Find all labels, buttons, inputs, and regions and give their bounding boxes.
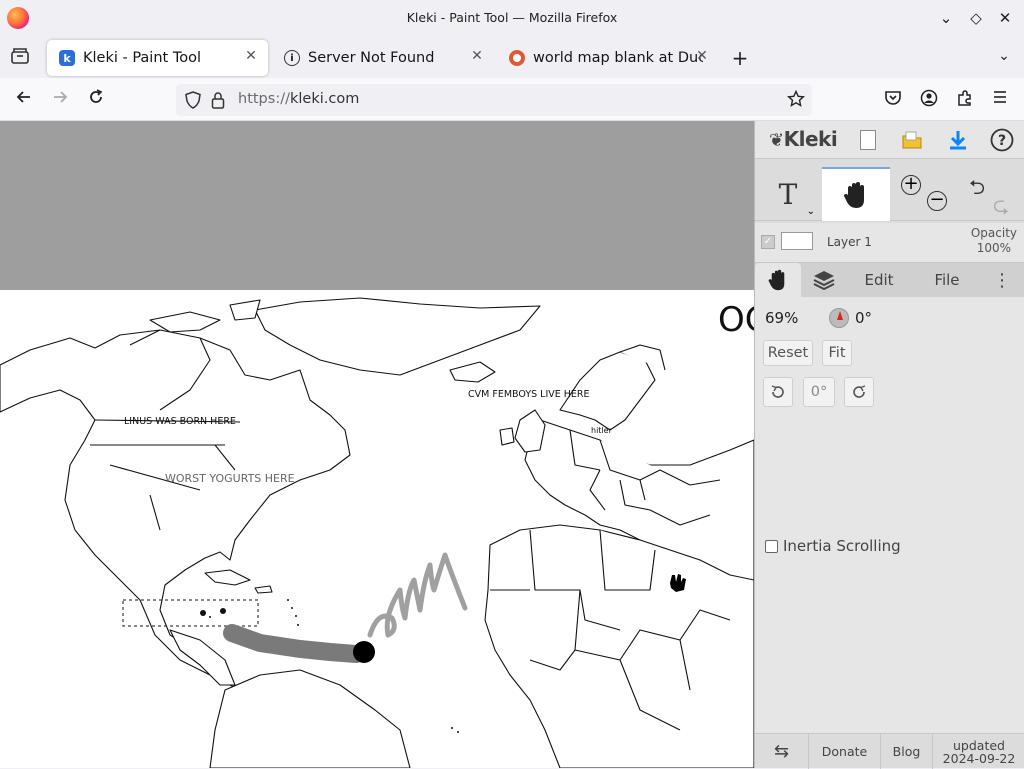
layer-row[interactable]: ✓ Layer 1 Opacity 100% <box>755 223 1024 263</box>
tab-kleki[interactable]: k Kleki - Paint Tool ✕ <box>47 40 268 76</box>
compass-icon <box>829 308 849 328</box>
bookmark-star-icon[interactable] <box>786 89 806 112</box>
reload-icon[interactable] <box>86 88 106 110</box>
kleki-logo-icon: ❦ <box>769 130 784 151</box>
tab-bar: k Kleki - Paint Tool ✕ i Server Not Foun… <box>0 36 1024 78</box>
undo-redo-controls: ⮌ ⮎ <box>959 167 1023 221</box>
tab-edit[interactable]: Edit <box>851 263 907 297</box>
inertia-checkbox[interactable] <box>765 540 778 553</box>
kleki-header: ❦Kleki ? <box>755 121 1024 159</box>
help-icon[interactable]: ? <box>987 125 1017 155</box>
hand-tool[interactable] <box>822 167 890 221</box>
shield-icon[interactable] <box>184 91 202 113</box>
svg-text:?: ? <box>998 133 1006 149</box>
panel-tabs: Edit File ⋮ <box>755 263 1024 297</box>
close-window-icon[interactable]: ✕ <box>995 8 1015 28</box>
text-tool[interactable]: T ⌄ <box>755 167 821 221</box>
drawing-canvas-area[interactable]: LINUS WAS BORN HERE WORST YOGURTS HERE C… <box>0 121 754 768</box>
layer-thumbnail <box>781 232 813 250</box>
map-label-cvm: CVM FEMBOYS LIVE HERE <box>468 389 590 400</box>
layers-icon <box>813 271 835 291</box>
fit-button[interactable]: Fit <box>822 340 852 366</box>
account-icon[interactable] <box>919 89 939 111</box>
rotate-left-icon[interactable] <box>763 377 793 407</box>
zoom-out-icon[interactable]: − <box>927 191 947 211</box>
swap-side-icon[interactable]: ⇆ <box>755 734 809 769</box>
kleki-panel: ❦Kleki ? T ⌄ + − ⮌ ⮎ ✓ Layer 1 Opacity 1… <box>754 121 1024 769</box>
extensions-icon[interactable] <box>955 89 975 111</box>
layer-opacity-label: Opacity <box>970 226 1017 240</box>
undo-icon[interactable]: ⮌ <box>969 173 985 207</box>
more-menu-icon[interactable]: ⋮ <box>987 263 1017 297</box>
kleki-footer: ⇆ Donate Blog updated 2024-09-22 <box>755 733 1024 769</box>
updated-label: updated <box>953 737 1005 753</box>
url-bar[interactable]: https://kleki.com <box>176 84 812 116</box>
tab-layers[interactable] <box>801 263 847 297</box>
rotation-reset-button[interactable]: 0° <box>803 377 835 407</box>
window-titlebar: Kleki - Paint Tool — Mozilla Firefox ⌄ ◇… <box>0 0 1024 36</box>
reset-button[interactable]: Reset <box>763 340 813 366</box>
close-tab-icon[interactable]: ✕ <box>242 48 260 64</box>
info-icon: i <box>284 50 300 66</box>
zoom-level: 69% <box>765 309 799 327</box>
rotation-angle: 0° <box>855 309 873 327</box>
tab-label: world map blank at Duck <box>533 50 703 66</box>
tab-hand[interactable] <box>755 263 801 297</box>
map-label-hitler: hitler <box>591 426 612 435</box>
new-tab-icon[interactable]: + <box>730 46 750 70</box>
world-map-drawing <box>0 297 754 768</box>
tool-row: T ⌄ + − ⮌ ⮎ <box>755 167 1024 221</box>
list-all-tabs-icon[interactable]: ⌄ <box>994 48 1014 64</box>
pocket-icon[interactable] <box>883 89 903 111</box>
close-tab-icon[interactable]: ✕ <box>693 48 711 64</box>
hand-icon <box>768 269 785 291</box>
download-icon[interactable] <box>943 125 973 155</box>
kleki-logo: ❦Kleki <box>769 127 838 151</box>
tab-file[interactable]: File <box>919 263 975 297</box>
window-title: Kleki - Paint Tool — Mozilla Firefox <box>406 10 618 25</box>
page-content: LINUS WAS BORN HERE WORST YOGURTS HERE C… <box>0 121 1024 769</box>
hand-tool-settings: 69% 0° Reset Fit 0° Inertia Scrolling <box>755 297 1024 733</box>
map-label-big: OC <box>718 300 754 340</box>
map-label-linus: LINUS WAS BORN HERE <box>124 416 236 427</box>
tab-overview-icon[interactable] <box>10 48 30 68</box>
blog-link[interactable]: Blog <box>881 734 933 769</box>
open-folder-icon[interactable] <box>897 125 927 155</box>
world-map-canvas[interactable]: LINUS WAS BORN HERE WORST YOGURTS HERE C… <box>0 290 754 768</box>
updated-date: 2024-09-22 <box>942 750 1016 766</box>
hand-icon <box>844 182 864 208</box>
menu-icon[interactable] <box>990 89 1010 109</box>
layer-name: Layer 1 <box>827 235 872 249</box>
map-label-worst: WORST YOGURTS HERE <box>165 472 295 485</box>
redo-icon[interactable]: ⮎ <box>993 191 1009 225</box>
zoom-in-icon[interactable]: + <box>901 175 921 195</box>
restore-icon[interactable]: ◇ <box>966 8 986 28</box>
donate-button[interactable]: Donate <box>809 734 881 769</box>
navigation-toolbar: https://kleki.com <box>0 78 1024 121</box>
kleki-icon: k <box>59 50 75 66</box>
back-icon[interactable] <box>14 88 34 110</box>
close-tab-icon[interactable]: ✕ <box>468 48 486 64</box>
layer-opacity-value: 100% <box>976 241 1011 255</box>
layer-visibility-checkbox[interactable]: ✓ <box>761 235 775 249</box>
tab-server-not-found[interactable]: i Server Not Found ✕ <box>272 40 494 76</box>
inertia-scrolling-label: Inertia Scrolling <box>783 537 901 555</box>
new-image-icon[interactable] <box>853 125 883 155</box>
tab-label: Server Not Found <box>308 50 435 66</box>
text-tool-icon: T <box>778 177 798 211</box>
zoom-controls: + − <box>893 167 953 221</box>
minimize-icon[interactable]: ⌄ <box>936 8 956 28</box>
lock-icon[interactable] <box>210 91 226 113</box>
forward-icon[interactable] <box>50 88 70 110</box>
rotate-right-icon[interactable] <box>844 377 874 407</box>
url-text: https://kleki.com <box>238 91 360 107</box>
tab-duckduckgo[interactable]: world map blank at Duck ✕ <box>497 40 719 76</box>
changelog-link[interactable]: updated 2024-09-22 <box>933 734 1024 769</box>
duckduckgo-icon <box>509 50 525 66</box>
tab-label: Kleki - Paint Tool <box>83 50 201 66</box>
chevron-down-icon[interactable]: ⌄ <box>807 206 815 217</box>
